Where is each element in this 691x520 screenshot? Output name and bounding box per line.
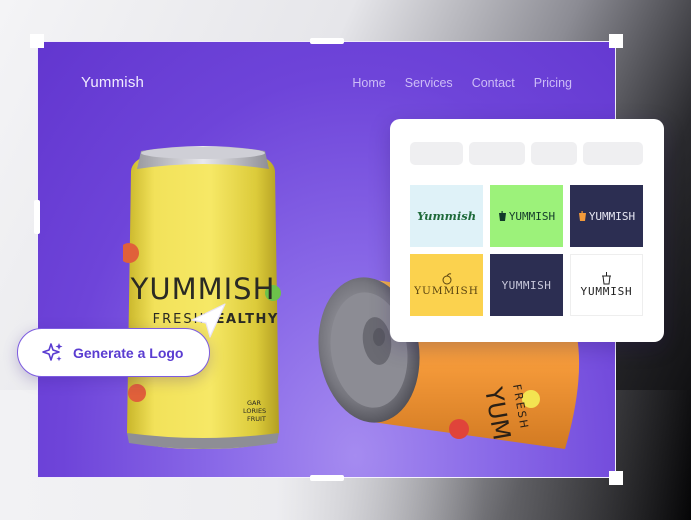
yellow-can-line-3: FRUIT <box>247 415 266 423</box>
cup-icon <box>578 210 586 221</box>
cursor-pointer-icon <box>191 303 226 338</box>
yellow-can-line-2: LORIES <box>243 407 266 415</box>
logo-option-text: YUMMISH <box>588 209 636 223</box>
resize-handle-top-right[interactable] <box>609 34 623 48</box>
nav-contact[interactable]: Contact <box>472 76 515 90</box>
site-brand[interactable]: Yummish <box>81 74 144 91</box>
filter-pill[interactable] <box>469 142 525 165</box>
logo-option[interactable]: YUMMISH <box>490 254 563 316</box>
filter-pill[interactable] <box>531 142 577 165</box>
logo-option[interactable]: YUMMISH <box>410 254 483 316</box>
logo-grid: Yummish YUMMISH YUMMISH YUMMISH YUMMISH <box>410 185 643 316</box>
resize-handle-bottom-right[interactable] <box>609 471 623 485</box>
yellow-can-line-1: GAR <box>247 399 261 407</box>
logo-option-text: Yummish <box>416 209 477 223</box>
resize-handle-top-left[interactable] <box>30 34 44 48</box>
logo-option-text: YUMMISH <box>580 285 633 298</box>
yellow-can-brand: YUMMISH <box>130 272 276 306</box>
logo-suggestions-panel: Yummish YUMMISH YUMMISH YUMMISH YUMMISH <box>390 119 664 342</box>
leaf-icon <box>442 273 451 285</box>
filter-pill[interactable] <box>410 142 463 165</box>
logo-option[interactable]: Yummish <box>410 185 483 247</box>
yellow-can: YUMMISH FRESH HEALTHY GAR LORIES FRUIT <box>123 146 281 449</box>
cup-icon <box>602 272 611 285</box>
logo-option-text: YUMMISH <box>414 285 479 297</box>
sparkle-icon <box>42 342 63 361</box>
filter-pill[interactable] <box>583 142 643 165</box>
logo-option[interactable]: YUMMISH <box>490 185 563 247</box>
logo-option-text: YUMMISH <box>508 209 556 223</box>
logo-option[interactable]: YUMMISH <box>570 185 643 247</box>
generate-logo-label: Generate a Logo <box>73 344 184 361</box>
resize-handle-top[interactable] <box>310 38 344 44</box>
nav-home[interactable]: Home <box>352 76 385 90</box>
site-nav: Home Services Contact Pricing <box>352 76 572 90</box>
logo-option[interactable]: YUMMISH <box>570 254 643 316</box>
cup-icon <box>498 210 506 221</box>
logo-option-text: YUMMISH <box>501 278 552 292</box>
generate-logo-button[interactable]: Generate a Logo <box>17 328 210 377</box>
resize-handle-bottom[interactable] <box>310 475 344 481</box>
filter-pills <box>410 142 643 165</box>
resize-handle-left[interactable] <box>34 200 40 234</box>
nav-pricing[interactable]: Pricing <box>534 76 572 90</box>
nav-services[interactable]: Services <box>405 76 453 90</box>
